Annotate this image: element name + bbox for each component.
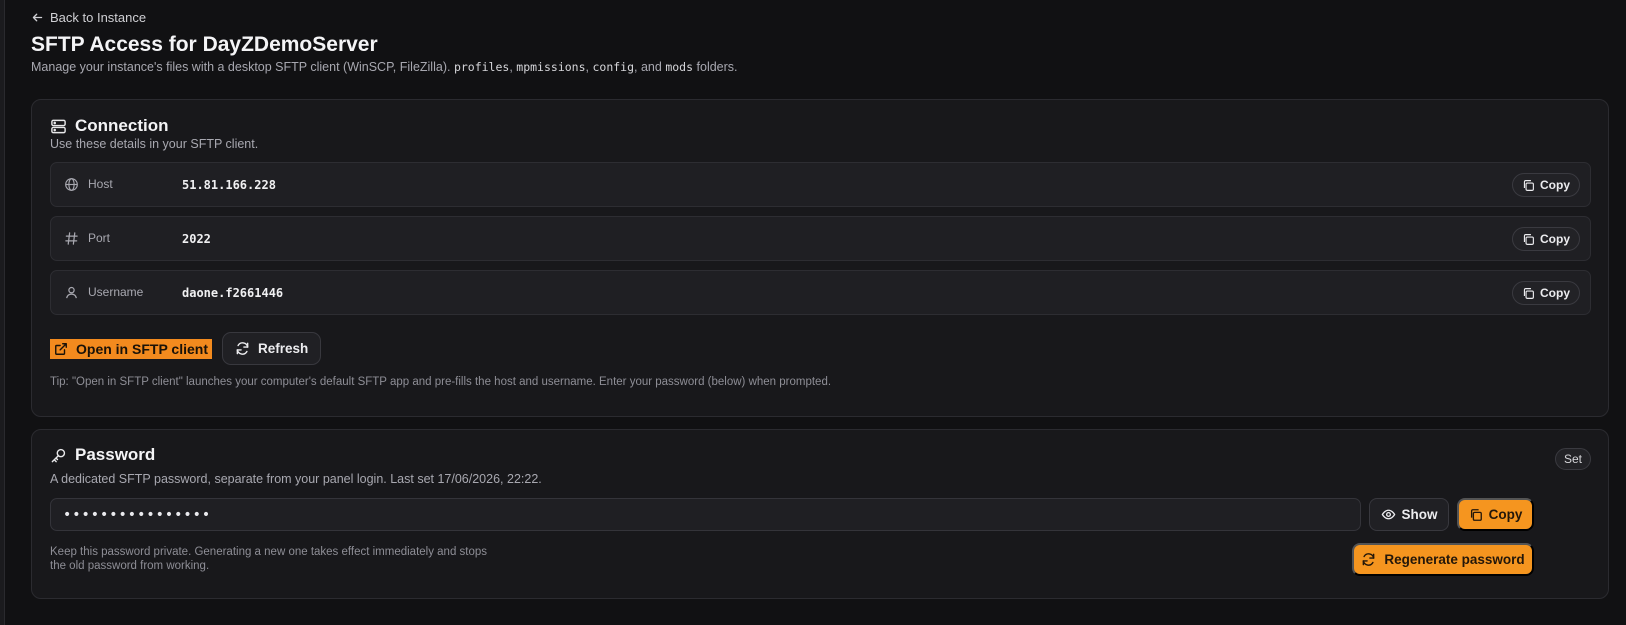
arrow-left-icon <box>32 13 43 22</box>
copy-host-button[interactable]: Copy <box>1512 173 1580 197</box>
connection-description: Use these details in your SFTP client. <box>50 137 259 151</box>
username-label: Username <box>88 285 144 299</box>
password-description: A dedicated SFTP password, separate from… <box>50 472 542 486</box>
refresh-icon <box>236 342 249 355</box>
refresh-label: Refresh <box>258 341 309 356</box>
copy-password-button[interactable]: Copy <box>1457 498 1534 531</box>
copy-icon <box>1523 233 1534 245</box>
server-icon <box>51 119 66 133</box>
page-subtitle: Manage your instance's files with a desk… <box>31 60 738 74</box>
host-label: Host <box>88 177 113 191</box>
eye-icon <box>1381 509 1395 520</box>
copy-username-label: Copy <box>1540 286 1570 300</box>
back-link-label: Back to Instance <box>50 10 147 25</box>
regenerate-password-button[interactable]: Regenerate password <box>1352 543 1534 576</box>
copy-port-button[interactable]: Copy <box>1512 227 1580 251</box>
subtitle-suffix: folders. <box>696 60 738 74</box>
open-in-sftp-client-button[interactable]: Open in SFTP client <box>50 339 212 359</box>
connection-title: Connection <box>75 116 169 135</box>
port-value: 2022 <box>182 232 211 246</box>
folder-config: config <box>592 60 635 74</box>
copy-port-label: Copy <box>1540 232 1570 246</box>
port-row: Port 2022 Copy <box>50 216 1591 261</box>
refresh-button[interactable]: Refresh <box>222 332 322 365</box>
copy-icon <box>1523 179 1534 191</box>
copy-icon <box>1523 287 1534 299</box>
password-input[interactable]: •••••••••••••••• <box>50 498 1361 531</box>
username-value: daone.f2661446 <box>182 286 284 300</box>
regenerate-password-label: Regenerate password <box>1384 552 1525 567</box>
password-note: Keep this password private. Generating a… <box>50 546 488 572</box>
password-title: Password <box>75 445 156 464</box>
page-title: SFTP Access for DayZDemoServer <box>31 33 378 56</box>
username-row: Username daone.f2661446 Copy <box>50 270 1591 315</box>
copy-host-label: Copy <box>1540 178 1570 192</box>
left-rail <box>0 0 5 625</box>
folder-profiles: profiles <box>453 60 510 74</box>
folder-mods: mods <box>665 60 694 74</box>
user-icon <box>66 286 77 299</box>
host-value: 51.81.166.228 <box>182 178 276 192</box>
folder-mpmissions: mpmissions <box>516 60 586 74</box>
connection-card: Connection Use these details in your SFT… <box>31 99 1609 417</box>
password-card: Password Set A dedicated SFTP password, … <box>31 429 1609 599</box>
port-label: Port <box>88 231 111 245</box>
subtitle-prefix: Manage your instance's files with a desk… <box>31 60 451 74</box>
show-password-button[interactable]: Show <box>1369 498 1449 531</box>
subtitle-and: and <box>640 60 662 74</box>
open-in-sftp-client-label: Open in SFTP client <box>76 341 208 357</box>
password-status-badge: Set <box>1554 448 1591 470</box>
connection-tip: Tip: "Open in SFTP client" launches your… <box>50 376 832 388</box>
hash-icon <box>65 232 78 245</box>
copy-icon <box>1470 508 1482 521</box>
refresh-icon <box>1362 553 1375 566</box>
back-to-instance-link[interactable]: Back to Instance <box>31 10 146 25</box>
globe-icon <box>65 178 78 191</box>
host-row: Host 51.81.166.228 Copy <box>50 162 1591 207</box>
copy-username-button[interactable]: Copy <box>1512 281 1580 305</box>
copy-password-label: Copy <box>1488 507 1523 522</box>
show-password-label: Show <box>1401 507 1438 522</box>
key-icon <box>51 448 66 462</box>
connection-header: Connection <box>50 116 169 136</box>
external-link-icon <box>55 343 67 355</box>
password-header: Password <box>50 445 155 465</box>
